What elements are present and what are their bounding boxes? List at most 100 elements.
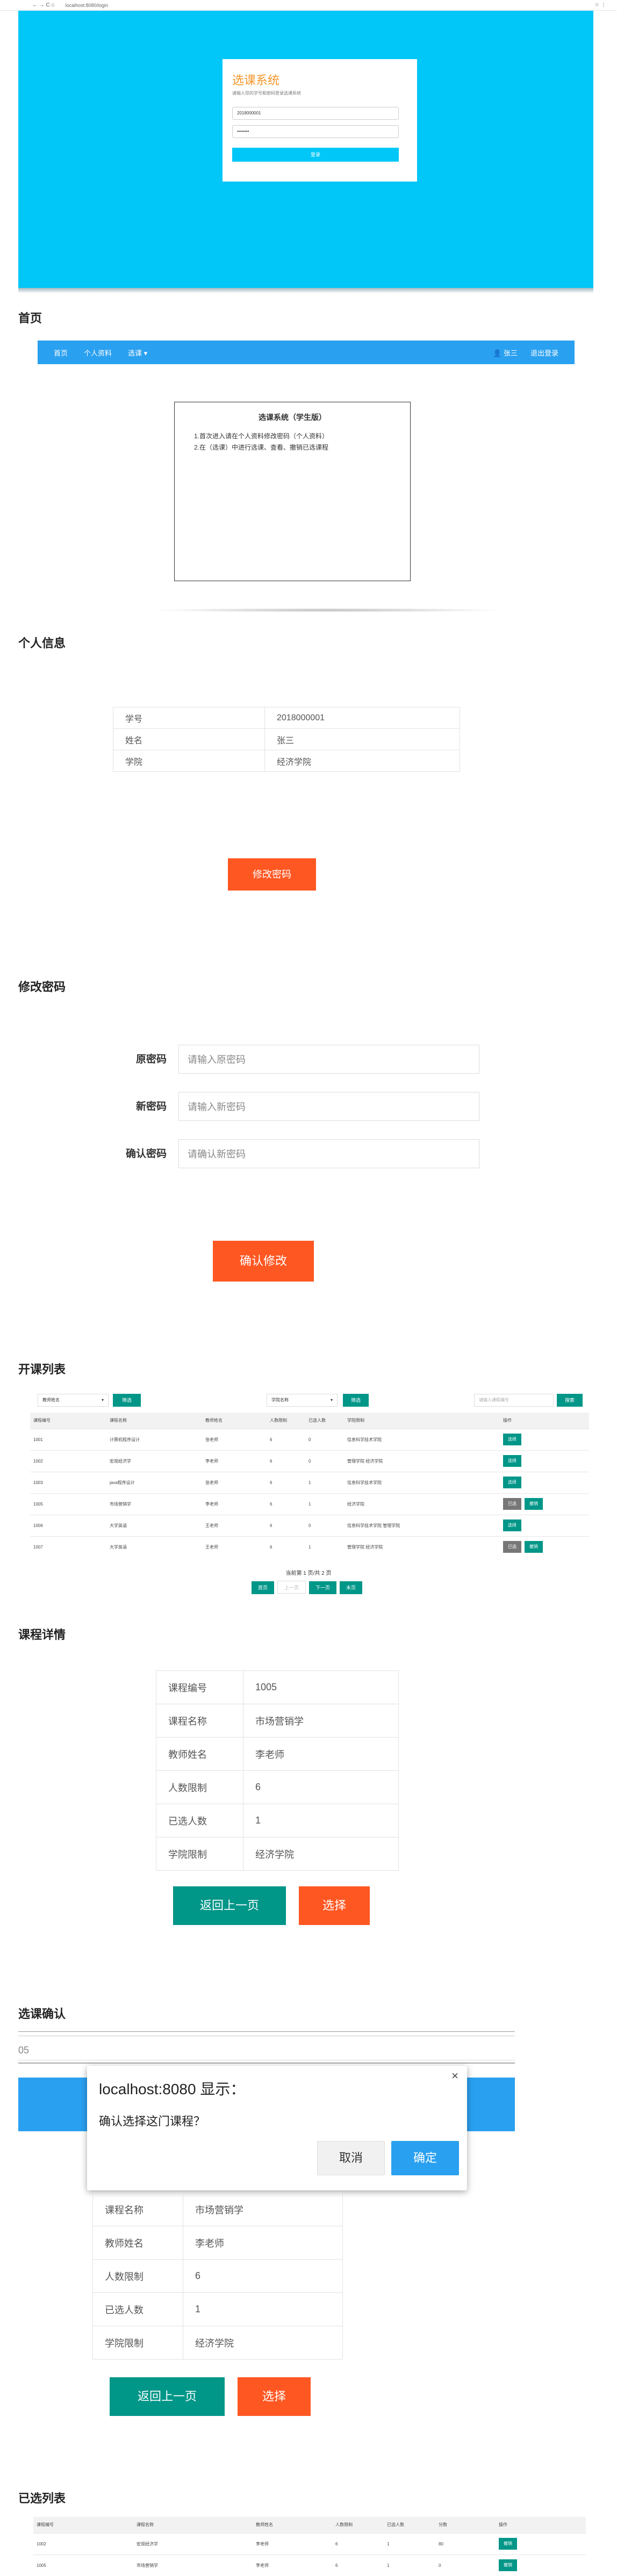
back-button[interactable]: 返回上一页 xyxy=(173,1886,286,1925)
detail-label: 已选人数 xyxy=(156,1804,243,1837)
course-search-button[interactable]: 搜索 xyxy=(557,1394,583,1407)
dialog-message: 确认选择这门课程？ xyxy=(99,2115,206,2128)
nav-item-courses[interactable]: 选课 ▾ xyxy=(128,348,147,358)
detail-value: 经济学院 xyxy=(183,2326,343,2360)
detail-value: 李老师 xyxy=(243,1737,399,1771)
table-header-row: 课程编号 课程名称 教师姓名 人数限制 已选人数 分数 操作 xyxy=(33,2517,586,2533)
select-button[interactable]: 选择 xyxy=(503,1455,521,1467)
nav-logout[interactable]: 退出登录 xyxy=(530,348,558,358)
selected-badge-button[interactable]: 已选 xyxy=(503,1541,521,1553)
table-row: 姓名 张三 xyxy=(113,728,460,750)
select-button[interactable]: 选择 xyxy=(503,1434,521,1445)
divider xyxy=(18,2031,515,2032)
cell-id: 1001 xyxy=(30,1428,106,1450)
chevron-down-icon: ▾ xyxy=(101,1398,104,1402)
section-title-course-detail: 课程详情 xyxy=(18,1628,66,1641)
college-filter-select[interactable]: 学院名称 ▾ xyxy=(267,1394,338,1407)
divider xyxy=(18,2063,515,2064)
change-password-button[interactable]: 修改密码 xyxy=(228,858,316,891)
cell-name: 大学英语 xyxy=(106,1514,202,1536)
cell-teacher: 张老师 xyxy=(202,1428,267,1450)
cell-name: 宏观经济学 xyxy=(133,2532,253,2555)
table-row: 已选人数 1 xyxy=(156,1804,399,1837)
selected-badge-button[interactable]: 已选 xyxy=(503,1498,521,1510)
column-header: 学院限制 xyxy=(344,1413,500,1429)
cell-college: 信息科学技术学院 xyxy=(344,1428,500,1450)
cell-teacher: 王老师 xyxy=(202,1536,267,1558)
college-filter-button[interactable]: 筛选 xyxy=(343,1394,369,1407)
dialog-ok-button[interactable]: 确定 xyxy=(391,2141,459,2175)
password-field[interactable]: •••••••• xyxy=(232,125,399,138)
browser-nav-icons[interactable]: ← → C ⌂ xyxy=(32,2,55,8)
withdraw-button[interactable]: 撤销 xyxy=(499,2538,517,2550)
detail-label: 人数限制 xyxy=(92,2259,183,2293)
login-subtitle: 请输入您的学号和密码登录选课系统 xyxy=(232,91,301,96)
select-button[interactable]: 选择 xyxy=(503,1477,521,1488)
course-detail-table: 课程编号 1005 课程名称 市场营销学 教师姓名 李老师 人数限制 6 已选人数 1 学… xyxy=(156,1670,399,1871)
detail-value: 市场营销学 xyxy=(243,1704,399,1738)
prev-page-button[interactable]: 上一页 xyxy=(277,1581,306,1594)
select-course-button[interactable]: 选择 xyxy=(299,1886,370,1925)
cell-id: 1002 xyxy=(33,2532,133,2555)
confirm-change-button[interactable]: 确认修改 xyxy=(213,1241,314,1282)
section-title-course-confirm: 选课确认 xyxy=(18,2007,66,2021)
section-title-profile: 个人信息 xyxy=(18,636,66,650)
withdraw-button[interactable]: 撤销 xyxy=(525,1541,543,1553)
college-filter-value: 学院名称 xyxy=(271,1398,289,1402)
browser-menu-icons[interactable]: ☆ ⋮ xyxy=(594,2,606,8)
cell-action: 选择 xyxy=(500,1428,589,1450)
home-welcome-box: 选课系统（学生版） 1.首次进入请在个人资料修改密码（个人资料） 2.在（选课）… xyxy=(174,402,411,581)
cell-action: 选择 xyxy=(500,1514,589,1536)
nav-item-home[interactable]: 首页 xyxy=(54,348,68,358)
first-page-button[interactable]: 首页 xyxy=(251,1581,274,1594)
column-header: 教师姓名 xyxy=(253,2517,332,2533)
column-header: 教师姓名 xyxy=(202,1413,267,1429)
confirm-password-input[interactable]: 请确认新密码 xyxy=(178,1139,479,1168)
section-title-password: 修改密码 xyxy=(18,980,66,994)
withdraw-button[interactable]: 撤销 xyxy=(525,1498,543,1510)
last-page-button[interactable]: 末页 xyxy=(340,1581,363,1594)
cell-teacher: 李老师 xyxy=(202,1493,267,1515)
table-row: 1006 大学英语 王老师 6 0 信息科学技术学院 管理学院 选择 xyxy=(30,1514,589,1536)
table-row: 课程编号 1005 xyxy=(156,1670,399,1704)
table-row: 1007 大学英语 王老师 6 1 管理学院 经济学院 已选 撤销 xyxy=(30,1536,589,1558)
table-row: 教师姓名 李老师 xyxy=(92,2226,343,2260)
detail-value: 6 xyxy=(183,2259,343,2293)
login-card: 选课系统 请输入您的学号和密码登录选课系统 2018000001 •••••••… xyxy=(223,59,417,182)
cell-score: 80 xyxy=(435,2532,496,2555)
table-row: 已选人数 1 xyxy=(92,2292,343,2326)
table-header-row: 课程编号 课程名称 教师姓名 人数限制 已选人数 学院限制 操作 xyxy=(30,1413,589,1429)
nav-item-profile[interactable]: 个人资料 xyxy=(84,348,112,358)
cell-teacher: 王老师 xyxy=(202,1514,267,1536)
confirm-select-button[interactable]: 选择 xyxy=(238,2377,311,2416)
table-row: 1002 宏观经济学 李老师 6 0 管理学院 经济学院 选择 xyxy=(30,1450,589,1472)
cell-limit: 6 xyxy=(267,1493,305,1515)
profile-table: 学号 2018000001 姓名 张三 学院 经济学院 xyxy=(113,707,460,772)
section-title-course-list: 开课列表 xyxy=(18,1363,66,1376)
old-password-input[interactable]: 请输入原密码 xyxy=(178,1045,479,1074)
cell-teacher: 李老师 xyxy=(253,2554,332,2576)
teacher-filter-select[interactable]: 教师姓名 ▾ xyxy=(38,1394,109,1407)
cell-chosen: 1 xyxy=(384,2532,435,2555)
username-field[interactable]: 2018000001 xyxy=(232,107,399,120)
nav-user[interactable]: 👤 张三 xyxy=(493,348,518,358)
new-password-input[interactable]: 请输入新密码 xyxy=(178,1092,479,1121)
login-button[interactable]: 登录 xyxy=(232,148,399,162)
teacher-filter-button[interactable]: 筛选 xyxy=(113,1394,141,1407)
select-button[interactable]: 选择 xyxy=(503,1519,521,1531)
cell-action: 选择 xyxy=(500,1471,589,1493)
cell-limit: 6 xyxy=(267,1428,305,1450)
old-password-label: 原密码 xyxy=(135,1054,167,1065)
cell-college: 管理学院 经济学院 xyxy=(344,1536,500,1558)
cell-action: 选择 xyxy=(500,1450,589,1472)
course-search-input[interactable]: 请输入课程编号 xyxy=(474,1394,554,1407)
close-icon[interactable]: × xyxy=(451,2069,458,2083)
browser-url[interactable]: localhost:8080/login xyxy=(66,3,109,8)
confirm-back-button[interactable]: 返回上一页 xyxy=(110,2377,225,2416)
column-header: 课程编号 xyxy=(33,2517,133,2533)
next-page-button[interactable]: 下一页 xyxy=(309,1581,337,1594)
dialog-cancel-button[interactable]: 取消 xyxy=(317,2141,385,2175)
withdraw-button[interactable]: 撤销 xyxy=(499,2559,517,2572)
teacher-filter-value: 教师姓名 xyxy=(42,1398,60,1402)
profile-label: 学院 xyxy=(113,750,265,772)
